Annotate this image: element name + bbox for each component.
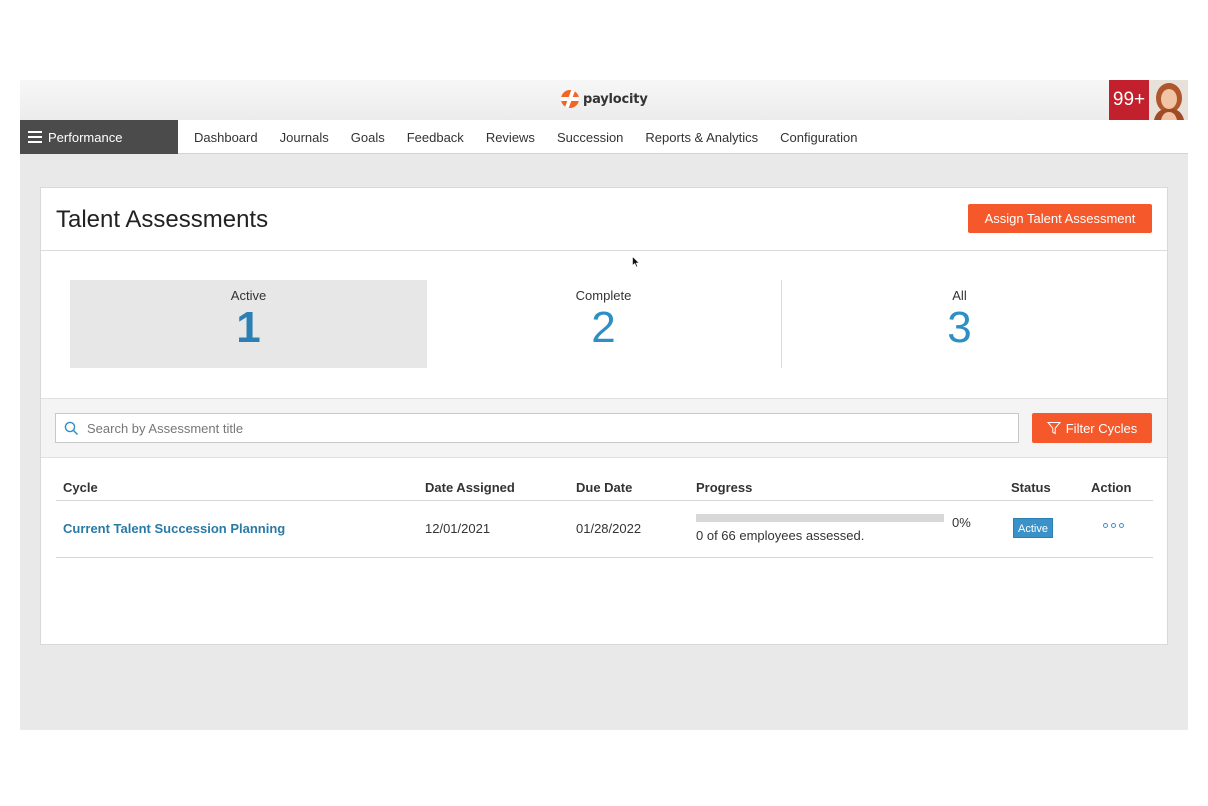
divider: [41, 250, 1167, 251]
cycle-link[interactable]: Current Talent Succession Planning: [63, 521, 285, 536]
date-assigned: 12/01/2021: [425, 521, 491, 536]
col-header-due-date[interactable]: Due Date: [576, 480, 632, 495]
col-header-progress[interactable]: Progress: [696, 480, 752, 495]
module-menu-button[interactable]: Performance: [20, 120, 178, 154]
module-label: Performance: [48, 129, 123, 145]
notification-badge[interactable]: 99+: [1109, 80, 1149, 120]
talent-assessments-card: Talent Assessments Assign Talent Assessm…: [40, 187, 1168, 645]
nav-links: Dashboard Journals Goals Feedback Review…: [194, 120, 857, 154]
progress-bar: [696, 514, 944, 522]
stat-label-active: Active: [230, 288, 267, 303]
nav-succession[interactable]: Succession: [557, 130, 623, 145]
stat-count-all: 3: [947, 303, 972, 352]
logo-text: paylocity: [583, 91, 648, 107]
app-window: paylocity 99+ Performance Dashboard Jour…: [20, 80, 1188, 730]
col-header-status[interactable]: Status: [1011, 480, 1051, 495]
user-avatar[interactable]: [1149, 80, 1188, 120]
nav-goals[interactable]: Goals: [351, 130, 385, 145]
progress-percent: 0%: [952, 515, 971, 530]
col-header-cycle[interactable]: Cycle: [63, 480, 98, 495]
search-input[interactable]: [87, 420, 987, 436]
hamburger-icon: [28, 131, 42, 143]
filter-cycles-label: Filter Cycles: [1065, 420, 1138, 436]
nav-dashboard[interactable]: Dashboard: [194, 130, 258, 145]
more-dot-icon: [1103, 523, 1108, 528]
row-actions-menu-button[interactable]: [1103, 523, 1124, 528]
nav-journals[interactable]: Journals: [280, 130, 329, 145]
filter-icon: [1046, 422, 1061, 435]
mouse-cursor-icon: [632, 256, 640, 268]
nav-reviews[interactable]: Reviews: [486, 130, 535, 145]
more-dot-icon: [1119, 523, 1124, 528]
nav-feedback[interactable]: Feedback: [407, 130, 464, 145]
stat-count-active: 1: [236, 303, 261, 352]
more-dot-icon: [1111, 523, 1116, 528]
stat-count-complete: 2: [591, 303, 616, 352]
assign-talent-assessment-button[interactable]: Assign Talent Assessment: [968, 204, 1152, 233]
avatar-portrait-icon: [1149, 80, 1188, 120]
nav-configuration[interactable]: Configuration: [780, 130, 857, 145]
progress-text: 0 of 66 employees assessed.: [696, 528, 865, 543]
col-header-date-assigned[interactable]: Date Assigned: [425, 480, 515, 495]
search-box[interactable]: [55, 413, 1019, 443]
stat-tab-complete[interactable]: Complete 2: [425, 280, 782, 368]
paylocity-logo[interactable]: paylocity: [561, 90, 648, 108]
stat-tab-active[interactable]: Active 1: [70, 280, 427, 368]
status-badge: Active: [1013, 518, 1053, 538]
col-header-action: Action: [1091, 480, 1132, 495]
filter-cycles-button[interactable]: Filter Cycles: [1032, 413, 1152, 443]
logo-icon: [561, 90, 579, 108]
stat-label-complete: Complete: [575, 288, 632, 303]
search-icon: [64, 421, 79, 435]
stat-label-all: All: [952, 288, 967, 303]
stat-tab-all[interactable]: All 3: [781, 280, 1138, 368]
due-date: 01/28/2022: [576, 521, 642, 536]
page-title: Talent Assessments: [56, 206, 269, 233]
main-nav: Performance Dashboard Journals Goals Fee…: [20, 120, 1188, 154]
table-row: Current Talent Succession Planning 12/01…: [56, 501, 1153, 558]
search-bar-area: Filter Cycles: [41, 398, 1167, 458]
top-bar: paylocity 99+: [20, 80, 1188, 120]
nav-reports-analytics[interactable]: Reports & Analytics: [645, 130, 758, 145]
